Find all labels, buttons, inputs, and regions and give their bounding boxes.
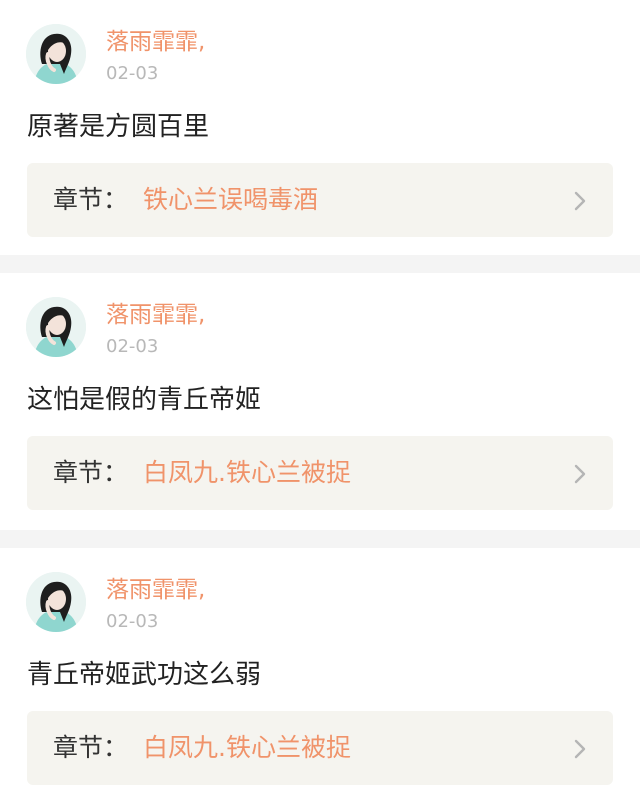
chapter-prefix: 章节： [53,733,129,762]
chapter-link[interactable]: 章节： 白凤九.铁心兰被捉 [27,436,613,510]
comment-date: 02-03 [106,336,159,357]
chapter-link[interactable]: 章节： 铁心兰误喝毒酒 [27,163,613,237]
comment-card: 落雨霏霏, 02-03 青丘帝姬武功这么弱 章节： 白凤九.铁心兰被捉 [0,548,640,811]
comment-text: 这怕是假的青丘帝姬 [27,385,262,415]
chapter-prefix: 章节： [53,185,129,214]
chapter-prefix: 章节： [53,458,129,487]
user-avatar-icon [26,24,86,84]
avatar[interactable] [26,24,86,84]
username[interactable]: 落雨霏霏, [106,575,205,605]
username[interactable]: 落雨霏霏, [106,27,205,57]
user-avatar-icon [26,572,86,632]
avatar[interactable] [26,297,86,357]
chapter-title: 白凤九.铁心兰被捉 [143,733,351,762]
comment-date: 02-03 [106,611,159,632]
chevron-right-icon [574,464,586,484]
chevron-right-icon [574,191,586,211]
comment-card: 落雨霏霏, 02-03 这怕是假的青丘帝姬 章节： 白凤九.铁心兰被捉 [0,273,640,530]
avatar[interactable] [26,572,86,632]
comment-text: 原著是方圆百里 [27,112,210,142]
comment-feed: 落雨霏霏, 02-03 原著是方圆百里 章节： 铁心兰误喝毒酒 落雨霏霏, 02… [0,0,640,811]
chapter-link[interactable]: 章节： 白凤九.铁心兰被捉 [27,711,613,785]
user-avatar-icon [26,297,86,357]
comment-text: 青丘帝姬武功这么弱 [27,660,262,690]
comment-date: 02-03 [106,63,159,84]
comment-card: 落雨霏霏, 02-03 原著是方圆百里 章节： 铁心兰误喝毒酒 [0,0,640,255]
chapter-title: 白凤九.铁心兰被捉 [143,458,351,487]
chapter-title: 铁心兰误喝毒酒 [143,185,319,214]
username[interactable]: 落雨霏霏, [106,300,205,330]
chevron-right-icon [574,739,586,759]
